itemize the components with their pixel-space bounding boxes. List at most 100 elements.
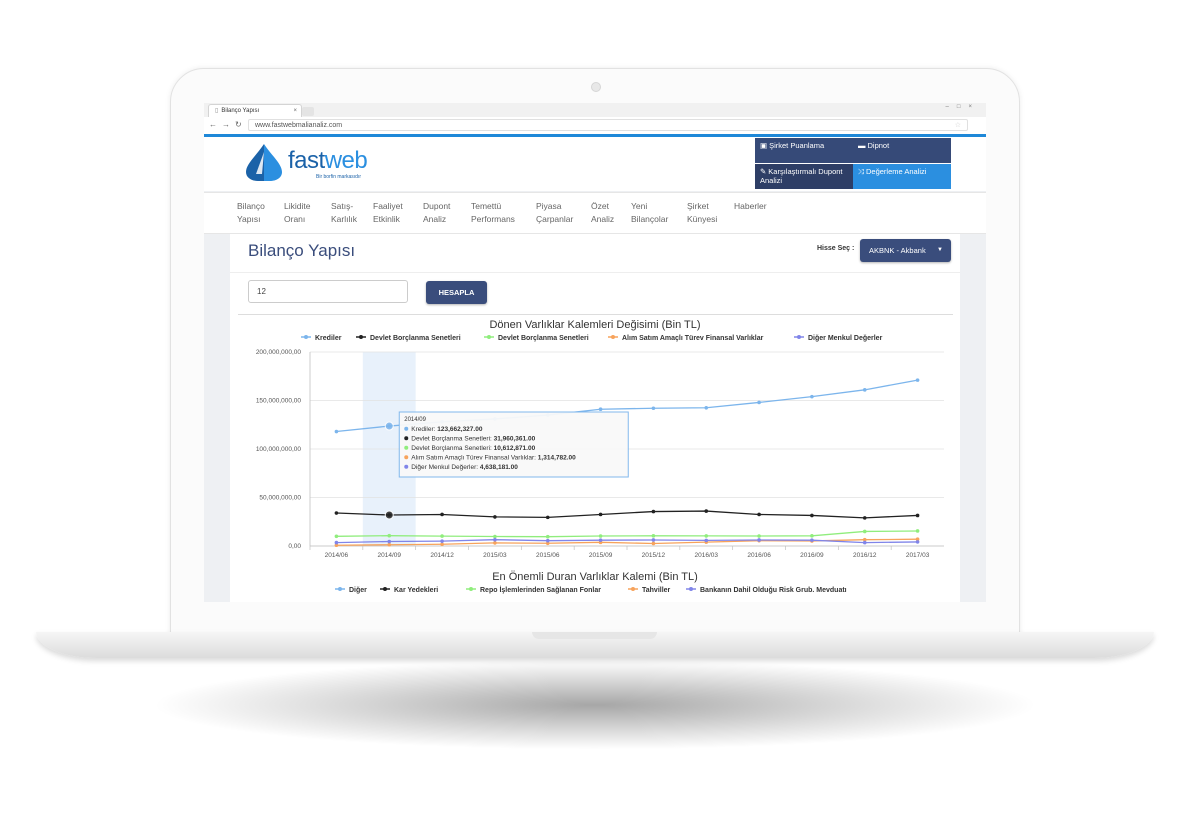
divider — [230, 272, 960, 273]
data-point — [440, 534, 444, 538]
legend-label: Krediler — [315, 335, 342, 342]
legend-marker — [487, 335, 491, 339]
comment-icon: ▬ — [858, 141, 866, 150]
site-header: fastweb Bir borfin markasıdır ▣ Şirket Pu… — [204, 137, 986, 191]
menu-item-piyasa-carpanlar[interactable]: Piyasa Çarpanlar — [536, 200, 573, 226]
data-point — [387, 533, 392, 538]
hesapla-button[interactable]: HESAPLA — [426, 281, 487, 304]
data-point — [651, 509, 656, 514]
reload-icon[interactable]: ↻ — [235, 120, 242, 129]
tooltip-dot — [404, 455, 409, 460]
legend-marker — [797, 335, 801, 339]
data-point — [915, 513, 920, 518]
x-tick-label: 2014/09 — [378, 552, 402, 559]
data-point — [757, 512, 761, 517]
menu-item-yeni-bilancolar[interactable]: Yeni Bilançolar — [631, 200, 668, 226]
new-tab-button[interactable] — [302, 107, 314, 116]
data-point — [493, 541, 497, 545]
browser-tab[interactable]: ▯ Bilanço Yapısı × — [208, 104, 302, 118]
tools-icon: ✎ — [760, 167, 767, 176]
logo-drop-icon — [246, 144, 282, 181]
data-point — [493, 515, 497, 519]
legend-label: Kar Yedekleri — [394, 587, 438, 594]
period-input[interactable]: 12 — [248, 280, 408, 303]
menu-item-dupont-analiz[interactable]: Dupont Analiz — [423, 200, 450, 226]
menu-item-haberler[interactable]: Haberler — [734, 200, 767, 213]
data-point — [387, 539, 392, 544]
tooltip-row: Devlet Borçlanma Senetleri: 10,612,871.0… — [411, 445, 535, 452]
tooltip-header: 2014/09 — [404, 417, 426, 423]
dupont-analizi-button[interactable]: ✎ Karşılaştırmalı Dupont Analizi — [755, 164, 853, 189]
legend-marker — [383, 587, 387, 591]
tooltip-row: Alım Satım Amaçlı Türev Finansal Varlıkl… — [411, 455, 576, 462]
y-tick-label: 200,000,000,00 — [256, 349, 302, 356]
duran-varliklar-chart: En Önemli Duran Varlıklar Kalemi (Bin TL… — [238, 570, 953, 602]
dipnot-button[interactable]: ▬ Dipnot — [853, 138, 951, 163]
degerleme-analizi-button[interactable]: ⤨ Değerleme Analizi — [853, 164, 951, 189]
laptop-shadow — [150, 660, 1040, 750]
site: fastweb Bir borfin markasıdır ▣ Şirket Pu… — [204, 137, 986, 602]
x-tick-label: 2014/12 — [430, 552, 454, 559]
tooltip-row: Krediler: 123,662,327.00 — [411, 426, 483, 433]
main-menu: Bilanço Yapısı Likidite Oranı Satış- Kar… — [204, 192, 986, 234]
data-point — [598, 534, 603, 538]
y-tick-label: 150,000,000,00 — [256, 398, 302, 405]
back-icon[interactable]: ← — [209, 120, 217, 129]
data-point — [862, 529, 867, 534]
forward-icon[interactable]: → — [222, 120, 230, 129]
data-point — [598, 407, 603, 412]
data-point — [915, 378, 920, 382]
data-point — [493, 534, 497, 539]
data-point — [440, 542, 444, 547]
tooltip-dot — [404, 426, 409, 431]
x-tick-label: 2015/09 — [589, 552, 613, 559]
data-point — [915, 540, 920, 544]
menu-item-likidite-orani[interactable]: Likidite Oranı — [284, 200, 310, 226]
data-point — [704, 509, 709, 513]
data-point — [598, 538, 603, 542]
data-point — [545, 538, 550, 543]
data-point — [915, 529, 920, 533]
y-tick-label: 50,000,000,00 — [259, 495, 301, 502]
legend-marker — [631, 587, 635, 591]
star-icon[interactable]: ☆ — [955, 120, 961, 132]
legend-label: Devlet Borçlanma Senetleri — [370, 335, 461, 342]
series-line — [336, 530, 918, 538]
menu-item-ozet-analiz[interactable]: Özet Analiz — [591, 200, 614, 226]
x-tick-label: 2016/09 — [800, 552, 824, 559]
logo[interactable]: fastweb Bir borfin markasıdır — [242, 142, 392, 184]
menu-item-sirket-kunyesi[interactable]: Şirket Künyesi — [687, 200, 717, 226]
quick-links: ▣ Şirket Puanlama ▬ Dipnot ✎ Karşılaştırmal… — [755, 138, 951, 190]
menu-item-bilanco-yapisi[interactable]: Bilanço Yapısı — [237, 200, 265, 226]
x-tick-label: 2017/03 — [906, 552, 930, 559]
menu-item-temettu-performans[interactable]: Temettü Performans — [471, 200, 515, 226]
legend-label: Repo İşlemlerinden Sağlanan Fonlar — [480, 586, 601, 594]
main-content: Bilanço Yapısı Hisse Seç : AKBNK - Akban… — [230, 234, 960, 602]
tab-title: Bilanço Yapısı — [221, 108, 260, 114]
data-point — [810, 538, 814, 542]
chart-title: En Önemli Duran Varlıklar Kalemi (Bin TL… — [492, 571, 698, 583]
data-point — [651, 538, 656, 542]
url-input[interactable]: www.fastwebmalianaliz.com ☆ — [248, 119, 968, 131]
data-point — [651, 534, 656, 538]
data-point — [387, 542, 392, 547]
data-point — [757, 538, 761, 542]
tooltip-row: Diğer Menkul Değerler: 4,638,181.00 — [411, 464, 518, 471]
sirket-puanlama-button[interactable]: ▣ Şirket Puanlama — [755, 138, 853, 163]
y-tick-label: 0,00 — [288, 543, 301, 550]
y-tick-label: 100,000,000,00 — [256, 446, 302, 453]
hisse-select[interactable]: AKBNK - Akbank ▼ — [860, 239, 951, 262]
data-point — [598, 512, 603, 517]
legend-marker — [338, 587, 342, 591]
menu-item-satis-karlilik[interactable]: Satış- Karlılık — [331, 200, 357, 226]
data-point — [545, 515, 550, 520]
address-bar: ← → ↻ www.fastwebmalianaliz.com ☆ — [204, 117, 986, 135]
window-controls[interactable]: –□× — [946, 104, 980, 110]
data-point — [334, 429, 339, 434]
data-point — [704, 538, 709, 543]
hisse-label: Hisse Seç : — [817, 245, 855, 252]
tooltip-dot — [404, 464, 409, 469]
duran-varliklar-svg: En Önemli Duran Varlıklar Kalemi (Bin TL… — [335, 571, 847, 594]
menu-item-faaliyet-etkinlik[interactable]: Faaliyet Etkinlik — [373, 200, 403, 226]
hover-marker — [384, 510, 394, 520]
